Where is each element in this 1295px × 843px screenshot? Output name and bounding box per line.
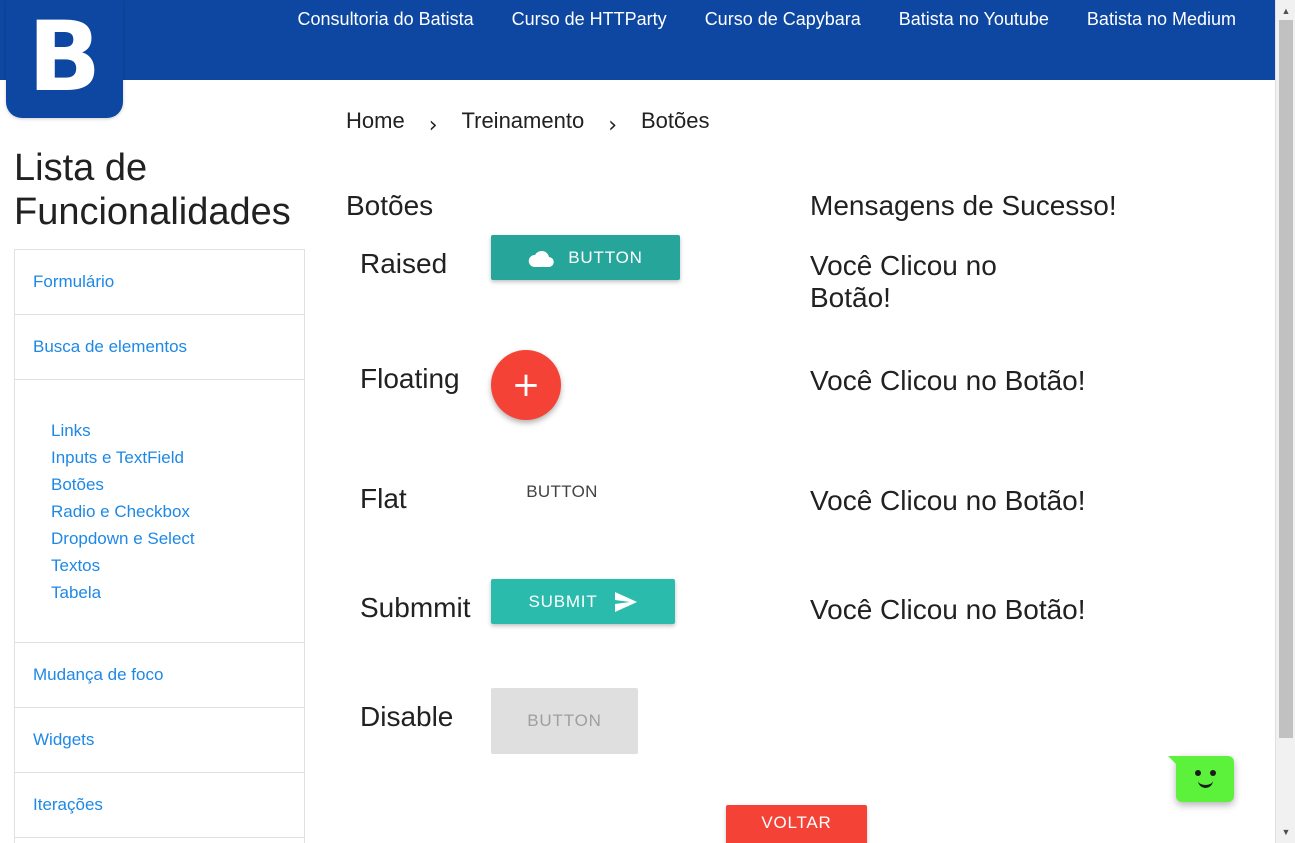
breadcrumb-treinamento[interactable]: Treinamento: [462, 108, 585, 134]
disable-label: Disable: [360, 701, 454, 732]
disabled-button: BUTTON: [491, 688, 638, 754]
breadcrumb-home[interactable]: Home: [346, 108, 405, 134]
chevron-right-icon: ›: [428, 112, 438, 138]
submit-message: Você Clicou no Botão!: [810, 594, 1086, 625]
sidebar-item-formulario[interactable]: Formulário: [15, 250, 304, 315]
nav-link-medium[interactable]: Batista no Medium: [1068, 0, 1255, 80]
nav-links: Consultoria do Batista Curso de HTTParty…: [279, 0, 1255, 80]
flat-message: Você Clicou no Botão!: [810, 485, 1086, 516]
chevron-right-icon: ›: [608, 112, 617, 138]
sidebar-item-busca-de-elementos[interactable]: Busca de elementos: [15, 315, 304, 380]
page: Consultoria do Batista Curso de HTTParty…: [0, 0, 1295, 843]
buttons-heading: Botões: [346, 190, 434, 221]
nav-link-httparty[interactable]: Curso de HTTParty: [493, 0, 686, 80]
sidebar-subitem-tabela[interactable]: Tabela: [51, 579, 304, 606]
sidebar-menu: Formulário Busca de elementos Links Inpu…: [14, 249, 305, 843]
scrollbar-thumb[interactable]: [1279, 20, 1293, 738]
raised-message-line1: Você Clicou no: [810, 250, 997, 281]
nav-link-youtube[interactable]: Batista no Youtube: [880, 0, 1068, 80]
smiley-mouth: [1198, 780, 1213, 788]
sidebar-item-iteracoes[interactable]: Iterações: [15, 773, 304, 838]
flat-label: Flat: [360, 483, 407, 514]
nav-link-capybara[interactable]: Curso de Capybara: [686, 0, 880, 80]
sidebar-submenu: Links Inputs e TextField Botões Radio e …: [15, 380, 304, 643]
breadcrumb: Home › Treinamento › Botões: [346, 108, 710, 138]
smiley-eye-left: [1195, 770, 1201, 776]
triangle-up-icon[interactable]: ▲: [1276, 2, 1295, 20]
raised-button-label: BUTTON: [568, 247, 643, 267]
floating-add-button[interactable]: +: [491, 350, 561, 420]
nav-link-consultoria[interactable]: Consultoria do Batista: [279, 0, 493, 80]
chat-bubble-tail: [1168, 756, 1182, 770]
breadcrumb-botoes[interactable]: Botões: [641, 108, 710, 134]
sidebar-subitem-inputs[interactable]: Inputs e TextField: [51, 444, 304, 471]
sidebar-subitem-textos[interactable]: Textos: [51, 552, 304, 579]
logo-letter: B: [27, 1, 102, 113]
cloud-icon: [529, 250, 555, 267]
floating-label: Floating: [360, 363, 460, 394]
sidebar-subitem-radio-checkbox[interactable]: Radio e Checkbox: [51, 498, 304, 525]
submit-button[interactable]: SUBMIT: [491, 579, 675, 624]
chat-widget-button[interactable]: [1168, 756, 1234, 802]
triangle-down-icon[interactable]: ▼: [1276, 823, 1295, 841]
sidebar-title: Lista de Funcionalidades: [14, 146, 324, 234]
raised-button[interactable]: BUTTON: [491, 235, 680, 280]
messages-heading: Mensagens de Sucesso!: [810, 190, 1117, 221]
sidebar-item-widgets[interactable]: Widgets: [15, 708, 304, 773]
sidebar-title-line1: Lista de: [14, 147, 148, 189]
voltar-button[interactable]: VOLTAR: [726, 805, 867, 843]
submit-button-label: SUBMIT: [528, 591, 598, 611]
raised-message: Você Clicou no Botão!: [810, 250, 997, 314]
sidebar-subitem-links[interactable]: Links: [51, 417, 304, 444]
raised-label: Raised: [360, 248, 448, 279]
sidebar-title-line2: Funcionalidades: [14, 191, 291, 233]
top-navbar: Consultoria do Batista Curso de HTTParty…: [0, 0, 1275, 80]
sidebar-item-mudanca-de-foco[interactable]: Mudança de foco: [15, 643, 304, 708]
sidebar-subitem-botoes[interactable]: Botões: [51, 471, 304, 498]
vertical-scrollbar[interactable]: ▲ ▼: [1275, 0, 1295, 843]
plus-icon: +: [511, 365, 541, 405]
raised-message-line2: Botão!: [810, 282, 891, 313]
send-icon: [614, 591, 637, 612]
floating-message: Você Clicou no Botão!: [810, 365, 1086, 396]
brand-logo[interactable]: B: [6, 0, 123, 118]
smiley-eye-right: [1210, 770, 1216, 776]
submit-label: Submmit: [360, 592, 471, 623]
flat-button[interactable]: BUTTON: [506, 470, 618, 514]
sidebar-subitem-dropdown-select[interactable]: Dropdown e Select: [51, 525, 304, 552]
